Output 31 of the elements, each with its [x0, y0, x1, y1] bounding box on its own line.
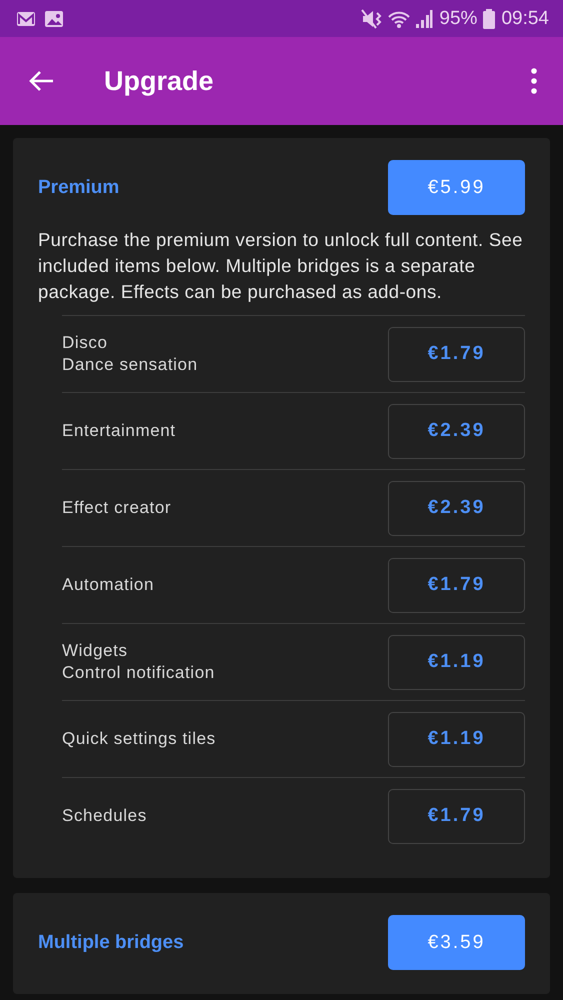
- item-label: Effect creator: [62, 497, 172, 519]
- product-title: Premium: [38, 176, 120, 198]
- item-label: Entertainment: [62, 420, 176, 442]
- price-button[interactable]: €1.79: [388, 558, 525, 612]
- item-label: Control notification: [62, 662, 215, 684]
- item-label: Schedules: [62, 805, 147, 827]
- image-icon: [44, 10, 64, 28]
- price-button[interactable]: €1.19: [388, 712, 525, 766]
- description: Purchase the premium version to unlock full content. See included items below. Multiple bridges is a separate package. Effects can be purchased as add-ons.: [38, 228, 524, 304]
- price-button[interactable]: €1.79: [388, 788, 525, 844]
- item-label: Automation: [62, 574, 154, 596]
- battery-percentage: 95%: [439, 8, 478, 30]
- mute-icon: [361, 8, 384, 28]
- price-button[interactable]: €1.79: [388, 326, 525, 382]
- item-label: Disco: [62, 332, 109, 354]
- item-label: Quick settings tiles: [62, 728, 216, 750]
- back-arrow-icon: [28, 70, 54, 92]
- price-button[interactable]: €2.39: [388, 404, 525, 458]
- more-options-icon: [531, 68, 537, 94]
- item-label: Widgets: [62, 640, 129, 662]
- mail-icon: [16, 10, 36, 26]
- price-button[interactable]: €1.19: [388, 634, 525, 690]
- item-label: Dance sensation: [62, 354, 198, 376]
- battery-icon: [483, 8, 496, 28]
- price-button[interactable]: €3.59: [388, 915, 525, 970]
- clock: 09:54: [501, 8, 549, 30]
- price-button[interactable]: €5.99: [388, 160, 525, 215]
- screen-title: Upgrade: [104, 66, 215, 96]
- price-button[interactable]: €2.39: [388, 480, 525, 536]
- product-title: Multiple bridges: [38, 932, 184, 954]
- signal-icon: [415, 8, 434, 28]
